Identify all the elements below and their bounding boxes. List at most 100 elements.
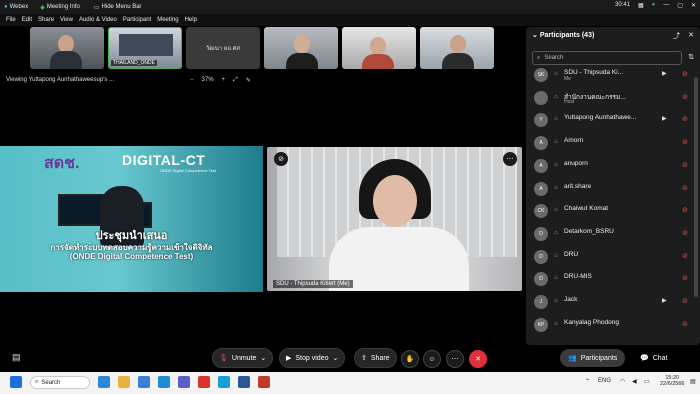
line-icon[interactable] (158, 376, 170, 388)
menu-icon: ▭ (93, 4, 100, 11)
share-button[interactable]: ⇪ Share (354, 348, 397, 368)
reactions-icon[interactable]: ☺ (423, 350, 441, 368)
wifi-icon[interactable]: ◠ (620, 378, 625, 385)
unmute-button[interactable]: 🎙 Unmute ⌄ (212, 348, 274, 368)
participant-row[interactable]: SK ⌂ SDU - Thipsuda Ki... Me ▶ ⊘ (532, 65, 696, 87)
more-icon[interactable]: ⋯ (446, 350, 464, 368)
video-thumbnail[interactable] (30, 27, 104, 69)
pdf-icon[interactable] (258, 376, 270, 388)
zoom-in-button[interactable]: + (222, 77, 226, 84)
video-thumbnail[interactable]: วัฒนา ผอ.ศส (186, 27, 260, 69)
taskbar-search[interactable]: ⌕ Search (30, 376, 90, 389)
word-icon[interactable] (238, 376, 250, 388)
mic-muted-icon[interactable]: ⊘ (682, 161, 688, 169)
participant-row[interactable]: CK ⌂ Chaiwut Komat ⊘ (532, 201, 696, 223)
close-icon[interactable]: ✕ (691, 2, 696, 9)
self-video[interactable]: ⊘ ⋯ SDU - Thipsuda Kitlert (Me) (267, 147, 522, 291)
volume-icon[interactable]: ◀ (632, 378, 637, 385)
raise-hand-icon[interactable]: ✋ (401, 350, 419, 368)
participant-name: DRU (564, 250, 579, 258)
teams-icon[interactable] (178, 376, 190, 388)
chevron-down-icon[interactable]: ⌄ (532, 32, 538, 39)
video-thumbnail[interactable] (420, 27, 494, 69)
file-explorer-icon[interactable] (118, 376, 130, 388)
menu-help[interactable]: Help (185, 17, 197, 23)
more-options-icon[interactable]: ⋯ (503, 152, 517, 166)
webex-taskbar-icon[interactable] (218, 376, 230, 388)
fit-icon[interactable]: ⤢ (233, 77, 238, 84)
mic-muted-icon[interactable]: ⊘ (682, 320, 688, 328)
avatar: SK (534, 68, 548, 82)
chevron-down-icon[interactable]: ⌄ (332, 354, 338, 362)
meeting-info-button[interactable]: ◆ Meeting Info (40, 4, 80, 11)
menu-file[interactable]: File (6, 17, 16, 23)
store-icon[interactable] (138, 376, 150, 388)
clock[interactable]: 15:20 22/6/2566 (660, 375, 684, 387)
video-thumbnail[interactable]: THAILAND_ONDE (108, 27, 182, 69)
menu-edit[interactable]: Edit (22, 17, 32, 23)
mic-muted-icon[interactable]: ⊘ (682, 274, 688, 282)
chat-button[interactable]: 💬 Chat (632, 349, 676, 367)
participant-row[interactable]: J ⌂ Jack ▶ ⊘ (532, 292, 696, 314)
menu-share[interactable]: Share (38, 17, 54, 23)
participant-row[interactable]: A ⌂ anuporn ⊘ (532, 156, 696, 178)
zoom-out-button[interactable]: − (190, 77, 194, 84)
grid-icon[interactable]: ▦ (638, 2, 644, 9)
mute-status-icon: ⊘ (274, 152, 288, 166)
avatar: Y (534, 113, 548, 128)
mic-muted-icon[interactable]: ⊘ (682, 115, 688, 123)
shared-content: สดช. DIGITAL-CT ONDE Digital Competence … (0, 146, 263, 292)
participant-row[interactable]: D ⌂ DRU-MIS ⊘ (532, 269, 696, 291)
scrollbar[interactable] (694, 77, 698, 297)
mic-muted-icon[interactable]: ⊘ (682, 184, 688, 192)
leave-meeting-icon[interactable]: ✕ (469, 350, 487, 368)
participant-row[interactable]: D ⌂ Detarkom_BSRU ⊘ (532, 224, 696, 246)
mic-muted-icon[interactable]: ⊘ (682, 138, 688, 146)
minimize-icon[interactable]: — (663, 2, 669, 9)
video-thumbnail[interactable] (264, 27, 338, 69)
maximize-icon[interactable]: ▢ (677, 2, 683, 9)
close-icon[interactable]: ✕ (688, 31, 694, 39)
language-indicator[interactable]: ENG (598, 378, 611, 384)
mic-muted-icon[interactable]: ⊘ (682, 70, 688, 78)
participant-search[interactable]: ⌕ Search (532, 51, 682, 65)
menu-view[interactable]: View (60, 17, 73, 23)
menu-audio-video[interactable]: Audio & Video (79, 17, 117, 23)
menu-participant[interactable]: Participant (123, 17, 151, 23)
participant-row[interactable]: KP ⌂ Kanyalag Phodong ⊘ (532, 315, 696, 337)
participant-row[interactable]: A ⌂ arit.share ⊘ (532, 179, 696, 201)
participants-button[interactable]: 👥 Participants (560, 349, 626, 367)
popout-icon[interactable]: ⤴ (673, 31, 680, 41)
participant-row[interactable]: ⌂ สำนักงานคณะกรรม... Host ⊘ (532, 88, 696, 110)
mic-muted-icon[interactable]: ⊘ (682, 206, 688, 214)
participant-row[interactable]: D ⌂ DRU ⊘ (532, 247, 696, 269)
notification-icon[interactable]: ▤ (690, 378, 696, 385)
share-icon: ⇪ (361, 355, 367, 362)
participant-row[interactable]: A ⌂ Amorn ⊘ (532, 133, 696, 155)
participant-row[interactable]: Y ⌂ Yuttapong Aunhathawe... ▶ ⊘ (532, 110, 696, 132)
sort-icon[interactable]: ⇅ (688, 53, 694, 61)
start-icon[interactable] (10, 376, 22, 388)
device-icon: ⌂ (554, 298, 558, 304)
chevron-up-icon[interactable]: ⌃ (585, 378, 590, 385)
captions-icon[interactable]: ▤ (12, 352, 21, 363)
annotate-icon[interactable]: ✎ (246, 77, 251, 84)
mic-muted-icon[interactable]: ⊘ (682, 93, 688, 101)
edge-icon[interactable] (98, 376, 110, 388)
mic-muted-icon[interactable]: ⊘ (682, 252, 688, 260)
participant-role: Me (564, 76, 571, 82)
stop-video-button[interactable]: ▶ Stop video ⌄ (279, 348, 346, 368)
chevron-down-icon[interactable]: ⌄ (260, 354, 266, 362)
menu-meeting[interactable]: Meeting (157, 17, 178, 23)
hide-menu-button[interactable]: ▭ Hide Menu Bar (94, 4, 142, 11)
windows-taskbar: ⌕ Search ⌃ ENG ◠ ◀ ▭ 15:20 22/6/2566 ▤ (0, 372, 700, 394)
participant-name: สำนักงานคณะกรรม... (564, 93, 626, 101)
participant-name: Amorn (564, 137, 584, 145)
app-name[interactable]: ● Webex (4, 4, 28, 10)
video-thumbnail[interactable] (342, 27, 416, 69)
opera-icon[interactable] (198, 376, 210, 388)
mic-muted-icon[interactable]: ⊘ (682, 229, 688, 237)
battery-icon[interactable]: ▭ (644, 378, 650, 385)
status-icon[interactable]: ● (652, 2, 656, 9)
mic-muted-icon[interactable]: ⊘ (682, 297, 688, 305)
